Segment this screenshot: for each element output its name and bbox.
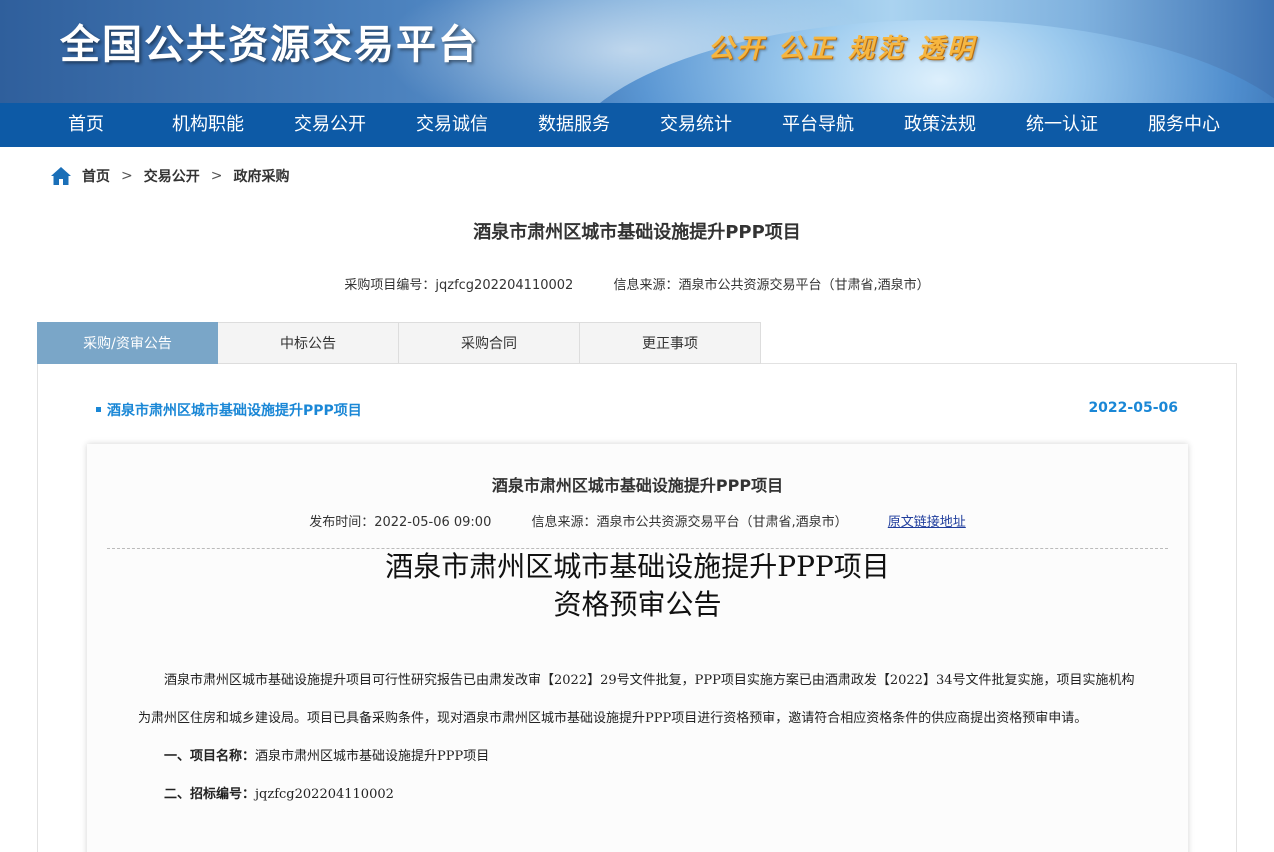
home-icon[interactable] [50,166,72,186]
project-meta: 采购项目编号：jqzfcg202204110002 信息来源：酒泉市公共资源交易… [0,274,1274,293]
item-tender-code-value: jqzfcg202204110002 [255,787,394,802]
nav-item-trade-public[interactable]: 交易公开 [269,103,391,147]
nav-item-home[interactable]: 首页 [25,103,147,147]
nav-item-service-center[interactable]: 服务中心 [1123,103,1245,147]
nav-item-platform-nav[interactable]: 平台导航 [757,103,879,147]
nav-item-trade-stats[interactable]: 交易统计 [635,103,757,147]
item-tender-code: 二、招标编号：jqzfcg202204110002 [138,776,1138,814]
nav-item-auth[interactable]: 统一认证 [1001,103,1123,147]
breadcrumb-separator: > [210,168,223,184]
breadcrumb-trade-public[interactable]: 交易公开 [144,166,200,186]
item-project-name-value: 酒泉市肃州区城市基础设施提升PPP项目 [255,749,490,764]
card-meta: 发布时间：2022-05-06 09:00 信息来源：酒泉市公共资源交易平台（甘… [87,511,1188,530]
header-banner: 全国公共资源交易平台 公开 公正 规范 透明 [0,0,1274,103]
document-heading-line2: 资格预审公告 [553,588,722,621]
page-title: 酒泉市肃州区城市基础设施提升PPP项目 [473,222,801,243]
item-tender-code-label: 二、招标编号： [164,787,256,802]
document-body: 酒泉市肃州区城市基础设施提升项目可行性研究报告已由肃发改审【2022】29号文件… [138,662,1138,814]
tab-procurement-contract[interactable]: 采购合同 [399,322,580,364]
info-source: 信息来源：酒泉市公共资源交易平台（甘肃省,酒泉市） [613,278,930,293]
publish-time: 发布时间：2022-05-06 09:00 [309,515,492,530]
breadcrumb-separator: > [121,168,133,184]
breadcrumb: 首页 > 交易公开 > 政府采购 [50,163,289,189]
main-nav: 首页 机构职能 交易公开 交易诚信 数据服务 交易统计 平台导航 政策法规 统一… [0,103,1274,147]
item-project-name: 一、项目名称：酒泉市肃州区城市基础设施提升PPP项目 [138,738,1138,776]
intro-paragraph: 酒泉市肃州区城市基础设施提升项目可行性研究报告已由肃发改审【2022】29号文件… [138,673,1135,726]
nav-item-policy[interactable]: 政策法规 [879,103,1001,147]
notice-date: 2022-05-06 [1088,400,1178,416]
site-slogan: 公开 公正 规范 透明 [708,34,977,64]
notice-detail-card: 酒泉市肃州区城市基础设施提升PPP项目 发布时间：2022-05-06 09:0… [87,444,1188,852]
nav-item-institution[interactable]: 机构职能 [147,103,269,147]
notice-tabs: 采购/资审公告 中标公告 采购合同 更正事项 [37,322,761,364]
site-title: 全国公共资源交易平台 [60,22,480,68]
breadcrumb-home[interactable]: 首页 [82,166,110,186]
card-title: 酒泉市肃州区城市基础设施提升PPP项目 [491,476,784,495]
card-info-source: 信息来源：酒泉市公共资源交易平台（甘肃省,酒泉市） [531,515,848,530]
breadcrumb-gov-procurement[interactable]: 政府采购 [233,166,289,186]
nav-item-trade-integrity[interactable]: 交易诚信 [391,103,513,147]
notice-list-item: 酒泉市肃州区城市基础设施提升PPP项目 2022-05-06 [96,400,1178,420]
tab-procurement-notice[interactable]: 采购/资审公告 [37,322,218,364]
nav-item-data-service[interactable]: 数据服务 [513,103,635,147]
bullet-icon [96,406,101,412]
item-project-name-label: 一、项目名称： [164,749,256,764]
project-code: 采购项目编号：jqzfcg202204110002 [344,278,574,293]
document-heading: 酒泉市肃州区城市基础设施提升PPP项目 资格预审公告 [87,548,1188,624]
notice-title-link[interactable]: 酒泉市肃州区城市基础设施提升PPP项目 [107,403,362,419]
tab-correction[interactable]: 更正事项 [580,322,761,364]
tab-award-notice[interactable]: 中标公告 [218,322,399,364]
document-heading-line1: 酒泉市肃州区城市基础设施提升PPP项目 [385,550,890,583]
original-link[interactable]: 原文链接地址 [888,515,966,530]
